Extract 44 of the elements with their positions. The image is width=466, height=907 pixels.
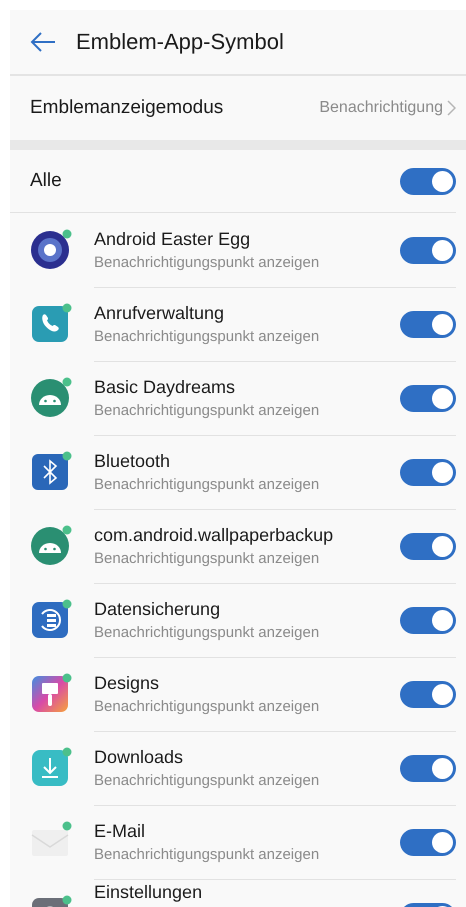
app-icon	[30, 673, 72, 715]
app-subtitle: Benachrichtigungspunkt anzeigen	[94, 624, 320, 641]
app-subtitle: Benachrichtigungspunkt anzeigen	[94, 476, 320, 493]
setting-label: Emblemanzeigemodus	[30, 97, 224, 119]
app-name: Designs	[94, 673, 160, 694]
app-name: E-Mail	[94, 821, 146, 842]
toggle-switch[interactable]	[400, 606, 456, 634]
app-name: Einstellungen	[94, 882, 202, 903]
app-icon	[30, 747, 72, 789]
app-name: Bluetooth	[94, 451, 172, 472]
app-subtitle: Benachrichtigungspunkt anzeigen	[94, 328, 320, 345]
toggle-switch[interactable]	[400, 384, 456, 412]
app-name: Basic Daydreams	[94, 377, 236, 398]
app-subtitle: Benachrichtigungspunkt anzeigen	[94, 402, 320, 419]
toggle-switch[interactable]	[400, 532, 456, 560]
toggle-switch[interactable]	[400, 680, 456, 708]
app-subtitle: Benachrichtigungspunkt anzeigen	[94, 550, 320, 567]
app-subtitle: Benachrichtigungspunkt anzeigen	[94, 254, 320, 271]
app-subtitle: Benachrichtigungspunkt anzeigen	[94, 698, 320, 715]
app-icon	[30, 303, 72, 345]
app-name: Datensicherung	[94, 599, 222, 620]
toggle-switch[interactable]	[400, 458, 456, 486]
toggle-switch[interactable]	[400, 168, 456, 194]
toggle-switch[interactable]	[400, 828, 456, 856]
app-subtitle: Benachrichtigungspunkt anzeigen	[94, 772, 320, 789]
page-title: Emblem-App-Symbol	[76, 29, 284, 55]
back-arrow-icon	[30, 32, 56, 52]
toggle-switch[interactable]	[400, 754, 456, 782]
toggle-switch[interactable]	[400, 236, 456, 264]
app-icon	[30, 525, 72, 567]
chevron-right-icon	[447, 100, 456, 116]
app-name: Anrufverwaltung	[94, 303, 226, 324]
app-name: Android Easter Egg	[94, 229, 252, 250]
app-icon	[30, 451, 72, 493]
app-name: com.android.wallpaperbackup	[94, 525, 334, 546]
toggle-switch[interactable]	[400, 310, 456, 338]
app-name: Downloads	[94, 747, 184, 768]
setting-value[interactable]: Benachrichtigung	[319, 99, 443, 117]
back-button[interactable]	[30, 32, 56, 52]
app-subtitle: Benachrichtigungspunkt anzeigen	[94, 846, 320, 863]
app-icon	[30, 599, 72, 641]
setting-label: Alle	[30, 170, 62, 192]
app-icon	[30, 377, 72, 419]
app-icon	[30, 229, 72, 271]
